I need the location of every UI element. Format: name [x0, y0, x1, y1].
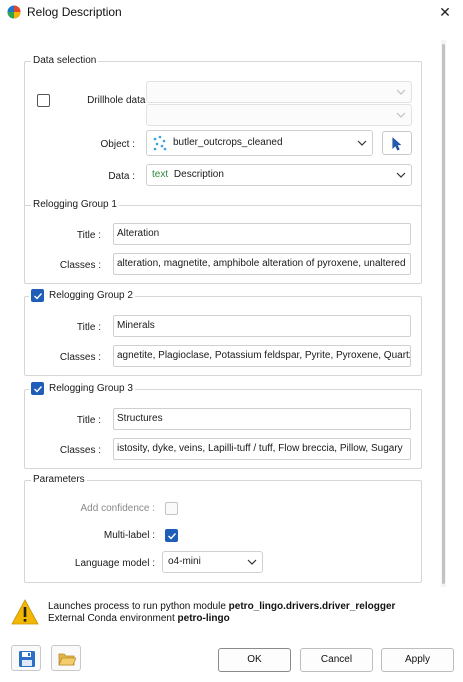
close-icon: ✕ — [439, 4, 451, 20]
group3-classes-value: istosity, dyke, veins, Lapilli-tuff / tu… — [117, 443, 403, 454]
group2-title-value: Minerals — [117, 320, 155, 331]
warning-line-1: Launches process to run python module pe… — [48, 601, 395, 613]
group3-title-label: Title : — [76, 415, 101, 426]
save-button[interactable] — [11, 645, 41, 671]
relogging-group-1-title: Relogging Group 1 — [31, 199, 119, 210]
app-logo-icon — [7, 5, 21, 19]
window-title: Relog Description — [27, 5, 122, 19]
cancel-button[interactable]: Cancel — [300, 648, 373, 672]
group3-checkbox[interactable] — [31, 382, 44, 395]
chevron-down-icon — [396, 89, 406, 95]
chevron-down-icon — [357, 140, 367, 146]
text-type-tag: text — [152, 169, 169, 180]
drillhole-label: Drillhole data : — [87, 95, 151, 106]
group2-title-label: Title : — [76, 322, 101, 333]
cursor-pick-icon — [392, 137, 402, 151]
group2-checkbox[interactable] — [31, 289, 44, 302]
group1-classes-input[interactable]: alteration, magnetite, amphibole alterat… — [113, 253, 411, 275]
drillhole-checkbox[interactable] — [37, 94, 50, 107]
warning-line1-prefix: Launches process to run python module — [48, 601, 229, 612]
form-scroll-area: Data selection Drillhole data : Object :… — [10, 40, 438, 587]
group1-classes-value: alteration, magnetite, amphibole alterat… — [117, 258, 406, 269]
group1-title-label: Title : — [76, 230, 101, 241]
save-icon — [19, 651, 35, 667]
open-folder-button[interactable] — [51, 645, 81, 671]
object-label: Object : — [100, 139, 135, 150]
group2-classes-input[interactable]: agnetite, Plagioclase, Potassium feldspa… — [113, 345, 411, 367]
language-model-combo[interactable]: o4-mini — [162, 551, 263, 573]
add-confidence-label: Add confidence : — [80, 503, 156, 514]
group3-title-value: Structures — [117, 413, 163, 424]
add-confidence-checkbox[interactable] — [165, 502, 178, 515]
data-selection-title: Data selection — [31, 55, 99, 66]
data-value: Description — [173, 169, 224, 180]
multi-label-checkbox[interactable] — [165, 529, 178, 542]
parameters-group: Parameters Add confidence : Multi-label … — [24, 474, 422, 583]
group1-title-value: Alteration — [117, 228, 160, 239]
scrollbar-thumb[interactable] — [442, 44, 445, 584]
close-button[interactable]: ✕ — [433, 2, 457, 22]
parameters-title: Parameters — [31, 474, 87, 485]
drillhole-combo-2[interactable] — [146, 104, 412, 126]
object-value: butler_outcrops_cleaned — [173, 137, 283, 148]
warning-module: petro_lingo.drivers.driver_relogger — [228, 601, 396, 612]
warning-icon — [11, 599, 39, 625]
group2-classes-label: Classes : — [59, 352, 101, 363]
group1-title-input[interactable]: Alteration — [113, 223, 411, 245]
multi-label-label: Multi-label : — [103, 530, 155, 541]
ok-button[interactable]: OK — [218, 648, 291, 672]
relogging-group-2-title: Relogging Group 2 — [49, 290, 133, 301]
apply-button[interactable]: Apply — [381, 648, 454, 672]
data-label: Data : — [108, 171, 135, 182]
relogging-group-3-title: Relogging Group 3 — [49, 383, 133, 394]
warning-env: petro-lingo — [177, 613, 230, 624]
data-combo[interactable]: text Description — [146, 164, 412, 186]
group2-classes-value: agnetite, Plagioclase, Potassium feldspa… — [117, 350, 411, 361]
chevron-down-icon — [396, 112, 406, 118]
group3-classes-label: Classes : — [59, 445, 101, 456]
warning-line2-prefix: External Conda environment — [48, 613, 178, 624]
process-info-message: Launches process to run python module pe… — [48, 601, 395, 625]
group2-title-input[interactable]: Minerals — [113, 315, 411, 337]
vertical-scrollbar[interactable] — [441, 40, 446, 587]
relogging-group-2: Relogging Group 2 Title : Minerals Class… — [24, 289, 422, 376]
relogging-group-3: Relogging Group 3 Title : Structures Cla… — [24, 382, 422, 469]
open-folder-icon — [58, 653, 76, 666]
group3-classes-input[interactable]: istosity, dyke, veins, Lapilli-tuff / tu… — [113, 438, 411, 460]
pick-object-button[interactable] — [382, 131, 412, 155]
relogging-group-1: Relogging Group 1 Title : Alteration Cla… — [24, 199, 422, 284]
group1-classes-label: Classes : — [59, 260, 101, 271]
relogging-group-2-header: Relogging Group 2 — [29, 289, 135, 302]
chevron-down-icon — [247, 559, 257, 565]
group3-title-input[interactable]: Structures — [113, 408, 411, 430]
chevron-down-icon — [396, 172, 406, 178]
title-bar: Relog Description ✕ — [0, 0, 463, 24]
warning-line-2: External Conda environment petro-lingo — [48, 613, 395, 625]
language-model-value: o4-mini — [168, 556, 201, 567]
relogging-group-3-header: Relogging Group 3 — [29, 382, 135, 395]
points-object-icon — [153, 135, 167, 151]
drillhole-combo-1[interactable] — [146, 81, 412, 103]
object-combo[interactable]: butler_outcrops_cleaned — [146, 130, 373, 156]
language-model-label: Language model : — [74, 558, 155, 569]
